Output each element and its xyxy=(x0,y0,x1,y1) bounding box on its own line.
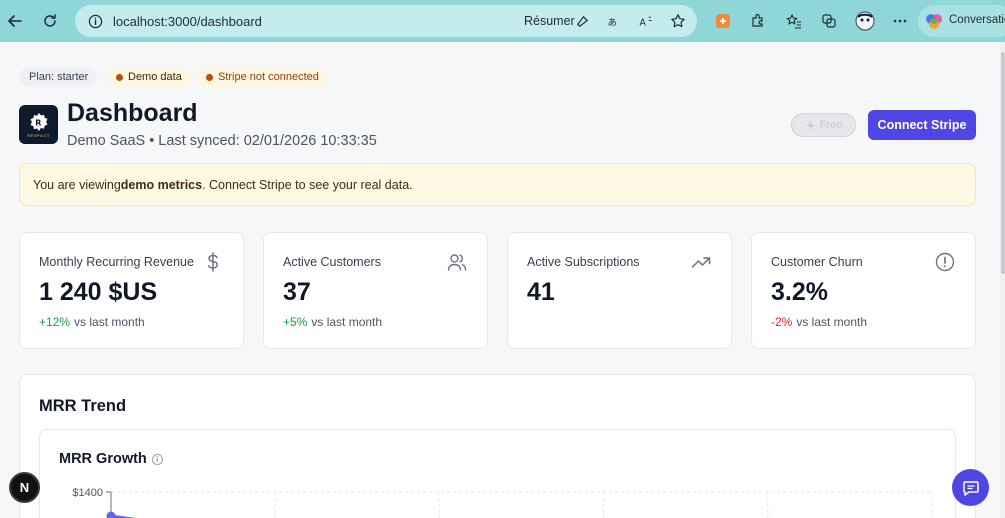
svg-text:あ: あ xyxy=(607,17,616,28)
metric-change-value: +12% xyxy=(39,315,71,329)
nextjs-dev-badge[interactable]: N xyxy=(9,472,40,503)
metric-card-churn: Customer Churn 3.2% -2% vs last month xyxy=(751,232,976,349)
back-icon[interactable] xyxy=(4,10,26,32)
copilot-label: Conversation xyxy=(949,14,1005,26)
metric-value: 3.2% xyxy=(771,278,828,306)
metric-change-suffix: vs last month xyxy=(74,315,145,329)
metric-change-value: +5% xyxy=(283,315,308,329)
chart-y-tick-label: $1400 xyxy=(72,487,103,499)
scrollbar-thumb[interactable] xyxy=(1001,52,1005,274)
mrr-growth-card: MRR Growth i $1400 xyxy=(39,429,956,518)
metric-value: 37 xyxy=(283,278,311,306)
copilot-icon xyxy=(924,11,944,31)
sparkle-icon xyxy=(805,120,815,130)
plan-button[interactable]: Free xyxy=(791,113,856,137)
profile-avatar-icon[interactable] xyxy=(855,11,875,31)
refresh-icon[interactable] xyxy=(39,10,61,32)
metric-value: 41 xyxy=(527,278,555,306)
summarize-icon[interactable] xyxy=(572,11,592,31)
collections-icon[interactable] xyxy=(819,11,839,31)
plan-button-label: Free xyxy=(819,119,843,131)
status-dot-icon xyxy=(116,73,123,81)
metric-card-customers: Active Customers 37 +5% vs last month xyxy=(263,232,488,349)
metric-label: Monthly Recurring Revenue xyxy=(39,255,194,269)
users-icon xyxy=(447,252,467,272)
url-text[interactable]: localhost:3000/dashboard xyxy=(113,14,262,29)
dollar-icon xyxy=(203,252,223,272)
trending-up-icon xyxy=(691,252,711,272)
browser-toolbar: localhost:3000/dashboard Résumer あ A Con… xyxy=(0,0,1005,42)
plan-badge-label: Plan: starter xyxy=(29,71,89,83)
status-dot-icon xyxy=(206,73,213,81)
demo-data-label: Demo data xyxy=(128,71,182,83)
alert-circle-icon xyxy=(935,252,955,272)
site-info-icon[interactable] xyxy=(85,11,105,31)
app-logo: R REVPILOT xyxy=(19,105,58,144)
metric-card-mrr: Monthly Recurring Revenue 1 240 $US +12%… xyxy=(19,232,244,349)
metric-card-subscriptions: Active Subscriptions 41 xyxy=(507,232,732,349)
favorite-star-icon[interactable] xyxy=(668,11,688,31)
favorites-list-icon[interactable] xyxy=(784,11,804,31)
logo-gear-icon: R xyxy=(30,112,47,131)
copilot-button[interactable]: Conversation xyxy=(918,5,1005,37)
address-bar[interactable]: localhost:3000/dashboard Résumer あ A xyxy=(75,5,697,37)
alert-prefix: You are viewing xyxy=(33,177,121,192)
metric-value: 1 240 $US xyxy=(39,278,158,306)
metric-label: Active Subscriptions xyxy=(527,255,640,269)
metric-change-value: -2% xyxy=(771,315,793,329)
alert-suffix: . Connect Stripe to see your real data. xyxy=(202,177,413,192)
metric-change-suffix: vs last month xyxy=(796,315,868,329)
alert-highlight: demo metrics xyxy=(120,177,203,192)
stripe-status-badge: Stripe not connected xyxy=(197,67,328,87)
section-title: MRR Trend xyxy=(39,397,127,415)
svg-text:R: R xyxy=(35,118,41,127)
stripe-status-label: Stripe not connected xyxy=(218,71,319,83)
connect-stripe-button[interactable]: Connect Stripe xyxy=(868,110,976,140)
translate-icon[interactable]: あ xyxy=(604,11,624,31)
extension-badge-icon[interactable] xyxy=(713,11,733,31)
chat-bubble-icon xyxy=(962,480,979,496)
plan-badge: Plan: starter xyxy=(20,67,98,87)
logo-wordmark: REVPILOT xyxy=(27,132,50,138)
metric-label: Customer Churn xyxy=(771,255,863,269)
metric-change: +12% vs last month xyxy=(39,315,145,329)
page-title: Dashboard xyxy=(67,99,198,127)
mrr-trend-panel: MRR Trend MRR Growth i $1400 xyxy=(19,374,976,518)
chart-data-point xyxy=(106,511,116,518)
chat-button[interactable] xyxy=(952,469,989,506)
summarize-label[interactable]: Résumer xyxy=(524,14,575,28)
page-subtitle: Demo SaaS • Last synced: 02/01/2026 10:3… xyxy=(67,133,377,149)
mrr-growth-chart: $1400 xyxy=(72,487,933,518)
demo-alert-banner: You are viewing demo metrics. Connect St… xyxy=(19,163,976,206)
svg-text:A: A xyxy=(639,17,646,28)
demo-data-badge: Demo data xyxy=(107,67,191,87)
read-aloud-icon[interactable]: A xyxy=(636,11,656,31)
extensions-puzzle-icon[interactable] xyxy=(748,11,768,31)
metric-change-suffix: vs last month xyxy=(311,315,383,329)
metric-change: +5% vs last month xyxy=(283,315,382,329)
metric-label: Active Customers xyxy=(283,255,381,269)
more-menu-icon[interactable] xyxy=(890,11,910,31)
metric-change: -2% vs last month xyxy=(771,315,867,329)
